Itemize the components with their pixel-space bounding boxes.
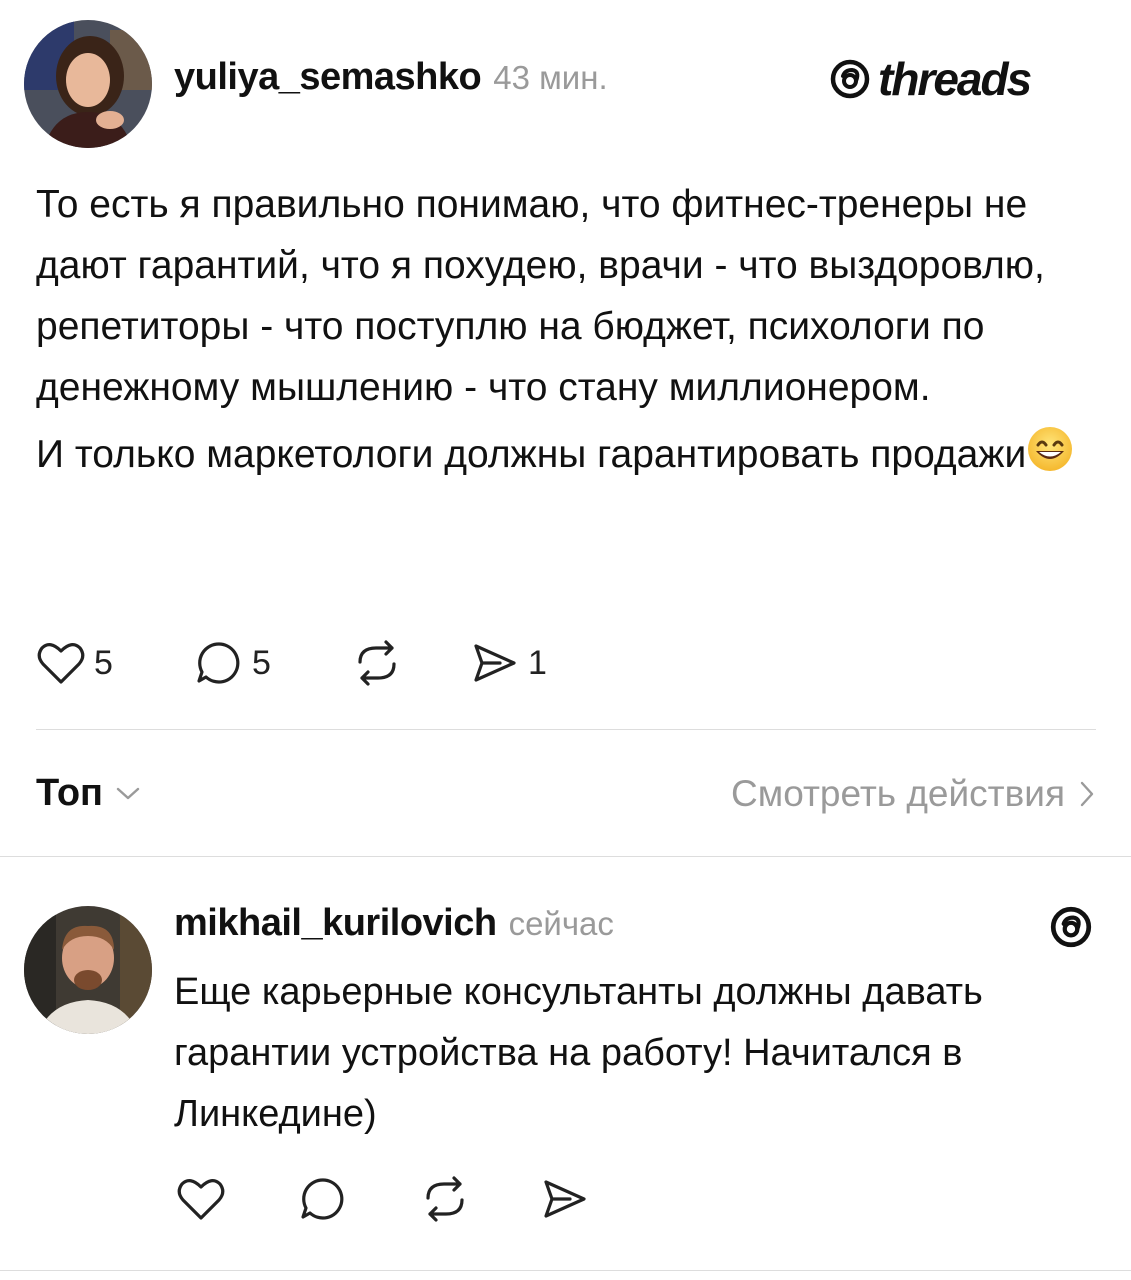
post-paragraph: То есть я правильно понимаю, что фитнес-… xyxy=(36,183,1045,409)
repost-icon xyxy=(420,1176,470,1222)
heart-icon xyxy=(36,640,86,686)
heart-icon xyxy=(176,1176,226,1222)
like-count: 5 xyxy=(94,643,113,682)
reply-author-username[interactable]: mikhail_kurilovich xyxy=(174,902,497,945)
view-activity-link[interactable]: Смотреть действия xyxy=(731,773,1095,815)
reply-comment-button[interactable] xyxy=(298,1176,348,1222)
divider xyxy=(0,856,1131,857)
threads-logo-icon xyxy=(1048,904,1094,955)
send-icon xyxy=(540,1176,590,1222)
sort-dropdown[interactable]: Топ xyxy=(36,772,141,815)
divider xyxy=(0,1270,1131,1271)
chevron-down-icon xyxy=(115,786,141,802)
grinning-face-emoji-icon xyxy=(1026,425,1074,491)
view-activity-label: Смотреть действия xyxy=(731,773,1065,814)
repost-button[interactable] xyxy=(352,640,402,686)
send-icon xyxy=(470,640,520,686)
reply-paragraph: Еще карьерные консультанты должны давать… xyxy=(174,971,983,1135)
comment-bubble-icon xyxy=(298,1176,348,1222)
comment-bubble-icon xyxy=(194,640,244,686)
post-timestamp: 43 мин. xyxy=(493,59,608,96)
reply-share-button[interactable] xyxy=(540,1176,590,1222)
threads-brand: threads xyxy=(828,52,1032,106)
reply-repost-button[interactable] xyxy=(420,1176,470,1222)
reply-text: Еще карьерные консультанты должны давать… xyxy=(174,962,1074,1145)
post-text: То есть я правильно понимаю, что фитнес-… xyxy=(36,174,1106,491)
post-author-avatar[interactable] xyxy=(24,20,152,148)
reply-timestamp: сейчас xyxy=(508,905,614,942)
share-count: 1 xyxy=(528,643,547,682)
sort-label: Топ xyxy=(36,772,103,814)
reply-like-button[interactable] xyxy=(176,1176,226,1222)
threads-logo-icon xyxy=(828,57,872,101)
threads-wordmark: threads xyxy=(878,53,1032,105)
divider xyxy=(36,729,1096,730)
like-button[interactable]: 5 xyxy=(36,640,113,686)
reply-count: 5 xyxy=(252,643,271,682)
comment-button[interactable]: 5 xyxy=(194,640,271,686)
post-paragraph: И только маркетологи должны гарантироват… xyxy=(36,433,1027,476)
repost-icon xyxy=(352,640,402,686)
chevron-right-icon xyxy=(1079,780,1095,808)
share-button[interactable]: 1 xyxy=(470,640,547,686)
post-author-username[interactable]: yuliya_semashko xyxy=(174,56,482,99)
reply-author-avatar[interactable] xyxy=(24,906,152,1034)
